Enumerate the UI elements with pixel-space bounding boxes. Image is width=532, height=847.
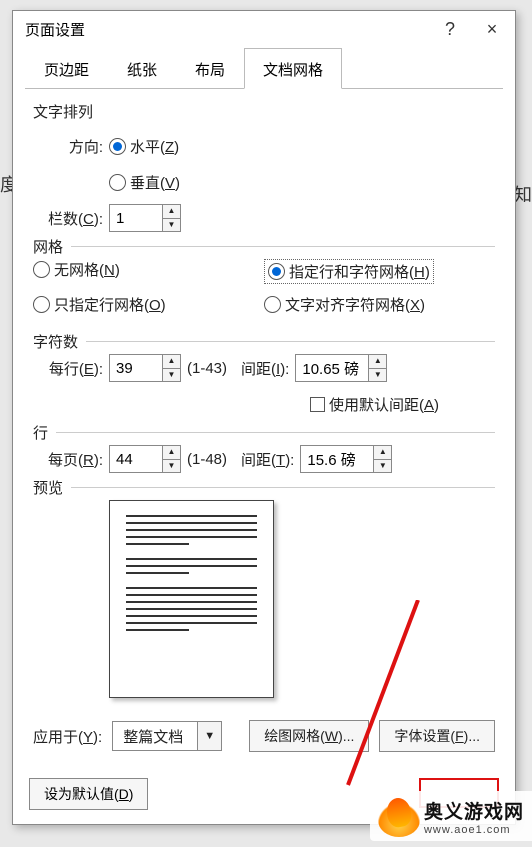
- per-line-range: (1-43): [187, 360, 227, 377]
- chars-group-label: 字符数: [33, 331, 86, 352]
- apply-to-label: 应用于(Y):: [33, 726, 102, 747]
- radio-icon: [268, 263, 285, 280]
- apply-row: 应用于(Y): 整篇文档 ▼ 绘图网格(W)... 字体设置(F)...: [33, 720, 495, 752]
- help-button[interactable]: ?: [429, 13, 471, 45]
- draw-grid-button[interactable]: 绘图网格(W)...: [249, 720, 369, 752]
- line-spacing-label: 间距(T):: [241, 449, 294, 470]
- line-spacing-spinner[interactable]: ▲▼: [300, 445, 392, 473]
- radio-icon: [33, 261, 50, 278]
- radio-no-grid[interactable]: 无网格(N): [33, 259, 120, 280]
- radio-icon: [109, 138, 126, 155]
- radio-align-char[interactable]: 文字对齐字符网格(X): [264, 294, 425, 315]
- titlebar: 页面设置 ? ×: [13, 11, 515, 47]
- char-spacing-spinner[interactable]: ▲▼: [295, 354, 387, 382]
- per-line-spinner[interactable]: ▲▼: [109, 354, 181, 382]
- tab-layout[interactable]: 布局: [176, 48, 244, 89]
- watermark: 奥义游戏网 www.aoe1.com: [370, 791, 532, 841]
- close-button[interactable]: ×: [471, 13, 513, 45]
- columns-label: 栏数(C):: [33, 208, 109, 229]
- grid-options: 无网格(N) 指定行和字符网格(H) 只指定行网格(O) 文字对齐字符网格(X): [33, 259, 495, 327]
- tab-document-grid[interactable]: 文档网格: [244, 48, 342, 89]
- direction-label: 方向:: [33, 136, 109, 157]
- radio-specify-line[interactable]: 只指定行网格(O): [33, 294, 166, 315]
- tabstrip: 页边距 纸张 布局 文档网格: [25, 47, 503, 89]
- lines-group-label: 行: [33, 422, 56, 443]
- radio-vertical[interactable]: 垂直(V): [109, 172, 180, 193]
- spinner-down-icon[interactable]: ▼: [369, 369, 386, 382]
- radio-icon: [264, 296, 281, 313]
- font-settings-button[interactable]: 字体设置(F)...: [379, 720, 495, 752]
- char-spacing-label: 间距(I):: [241, 358, 289, 379]
- columns-spinner[interactable]: ▲▼: [109, 204, 181, 232]
- page-setup-dialog: 页面设置 ? × 页边距 纸张 布局 文档网格 文字排列 方向: 水平(Z) 垂…: [12, 10, 516, 825]
- per-line-input[interactable]: [110, 355, 162, 381]
- per-page-input[interactable]: [110, 446, 162, 472]
- per-page-range: (1-48): [187, 451, 227, 468]
- spinner-down-icon[interactable]: ▼: [163, 369, 180, 382]
- tab-margins[interactable]: 页边距: [25, 48, 108, 89]
- per-line-label: 每行(E):: [33, 358, 109, 379]
- watermark-url: www.aoe1.com: [424, 824, 524, 836]
- spinner-up-icon[interactable]: ▲: [374, 446, 391, 460]
- line-spacing-input[interactable]: [301, 446, 373, 472]
- spinner-up-icon[interactable]: ▲: [163, 205, 180, 219]
- spinner-down-icon[interactable]: ▼: [163, 219, 180, 232]
- tab-paper[interactable]: 纸张: [108, 48, 176, 89]
- spinner-up-icon[interactable]: ▲: [163, 355, 180, 369]
- preview-label: 预览: [33, 477, 71, 498]
- spinner-up-icon[interactable]: ▲: [163, 446, 180, 460]
- spinner-up-icon[interactable]: ▲: [369, 355, 386, 369]
- apply-to-value: 整篇文档: [113, 722, 197, 750]
- use-default-spacing-checkbox[interactable]: 使用默认间距(A): [310, 394, 439, 415]
- columns-input[interactable]: [110, 205, 162, 231]
- apply-to-select[interactable]: 整篇文档 ▼: [112, 721, 222, 751]
- watermark-title: 奥义游戏网: [424, 797, 524, 824]
- text-layout-label: 文字排列: [33, 101, 495, 122]
- radio-horizontal[interactable]: 水平(Z): [109, 136, 179, 157]
- chevron-down-icon[interactable]: ▼: [197, 722, 221, 750]
- dialog-content: 文字排列 方向: 水平(Z) 垂直(V) 栏数(C): ▲▼: [13, 89, 515, 768]
- set-default-button[interactable]: 设为默认值(D): [29, 778, 148, 810]
- per-page-label: 每页(R):: [33, 449, 109, 470]
- char-spacing-input[interactable]: [296, 355, 368, 381]
- per-page-spinner[interactable]: ▲▼: [109, 445, 181, 473]
- radio-specify-both[interactable]: 指定行和字符网格(H): [264, 259, 434, 284]
- spinner-down-icon[interactable]: ▼: [163, 460, 180, 473]
- flame-icon: [378, 795, 420, 837]
- radio-icon: [109, 174, 126, 191]
- radio-icon: [33, 296, 50, 313]
- dialog-title: 页面设置: [25, 19, 429, 40]
- spinner-down-icon[interactable]: ▼: [374, 460, 391, 473]
- group-text-layout: 文字排列 方向: 水平(Z) 垂直(V) 栏数(C): ▲▼: [33, 101, 495, 232]
- grid-group-label: 网格: [33, 236, 71, 257]
- preview-area: [109, 500, 274, 698]
- checkbox-icon: [310, 397, 325, 412]
